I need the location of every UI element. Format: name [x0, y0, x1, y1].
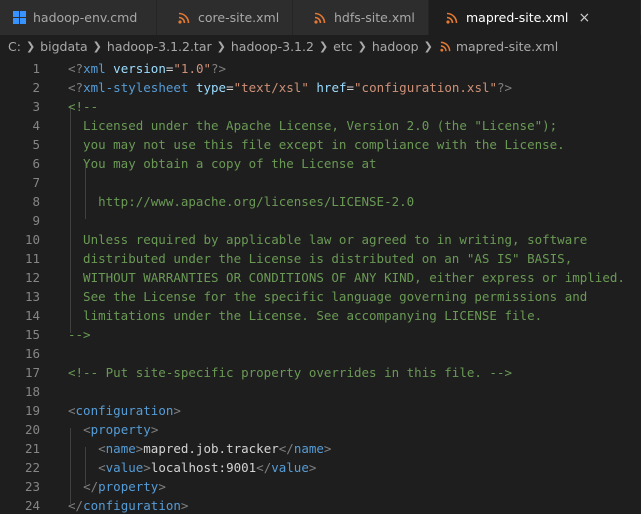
- tab-mapred-site-xml[interactable]: mapred-site.xml ×: [429, 0, 641, 35]
- line-content: </property>: [83, 479, 166, 494]
- line-content: you may not use this file except in comp…: [68, 137, 565, 152]
- chevron-right-icon: ❯: [216, 39, 226, 53]
- code-line[interactable]: 20 <property>: [0, 420, 641, 439]
- line-number: 18: [24, 384, 40, 399]
- code-line[interactable]: 3 <!--: [0, 97, 641, 116]
- line-content: -->: [68, 327, 91, 342]
- code-line[interactable]: 9: [0, 211, 641, 230]
- line-content: distributed under the License is distrib…: [68, 251, 573, 266]
- rss-icon: [313, 11, 327, 25]
- code-line[interactable]: 21 <name>mapred.job.tracker</name>: [0, 439, 641, 458]
- tab-hdfs-site-xml[interactable]: hdfs-site.xml: [293, 0, 429, 35]
- rss-icon: [445, 11, 459, 25]
- tab-core-site-xml[interactable]: core-site.xml: [157, 0, 293, 35]
- tab-label: hadoop-env.cmd: [33, 10, 138, 25]
- tab-label: hdfs-site.xml: [334, 10, 415, 25]
- code-line[interactable]: 11 distributed under the License is dist…: [0, 249, 641, 268]
- code-line[interactable]: 19 <configuration>: [0, 401, 641, 420]
- code-line[interactable]: 10 Unless required by applicable law or …: [0, 230, 641, 249]
- line-number: 20: [24, 422, 40, 437]
- chevron-right-icon: ❯: [92, 39, 102, 53]
- line-number: 23: [24, 479, 40, 494]
- code-editor[interactable]: 1 <?xml version="1.0"?> 2 <?xml-stylesheet …: [0, 57, 641, 514]
- line-content: http://www.apache.org/licenses/LICENSE-2…: [68, 194, 415, 209]
- line-content: WITHOUT WARRANTIES OR CONDITIONS OF ANY …: [68, 270, 625, 285]
- line-number: 12: [24, 270, 40, 285]
- breadcrumb-item-file[interactable]: mapred-site.xml: [456, 39, 558, 54]
- line-number: 8: [32, 194, 40, 209]
- line-content: Licensed under the Apache License, Versi…: [68, 118, 558, 133]
- tab-label: core-site.xml: [198, 10, 280, 25]
- code-line[interactable]: 6 You may obtain a copy of the License a…: [0, 154, 641, 173]
- line-number: 9: [32, 213, 40, 228]
- code-line[interactable]: 8 http://www.apache.org/licenses/LICENSE…: [0, 192, 641, 211]
- line-number: 16: [24, 346, 40, 361]
- breadcrumb-item-hadoop[interactable]: hadoop-3.1.2: [231, 39, 314, 54]
- code-line[interactable]: 24 </configuration>: [0, 496, 641, 514]
- line-content: </configuration>: [68, 498, 189, 513]
- line-content: See the License for the specific languag…: [68, 289, 588, 304]
- line-content: <name>mapred.job.tracker</name>: [98, 441, 332, 456]
- code-line[interactable]: 5 you may not use this file except in co…: [0, 135, 641, 154]
- line-number: 19: [24, 403, 40, 418]
- line-number: 22: [24, 460, 40, 475]
- line-content: <configuration>: [68, 403, 181, 418]
- tab-label: mapred-site.xml: [466, 10, 569, 25]
- code-line[interactable]: 12 WITHOUT WARRANTIES OR CONDITIONS OF A…: [0, 268, 641, 287]
- code-line[interactable]: 13 See the License for the specific lang…: [0, 287, 641, 306]
- editor-tab-bar: hadoop-env.cmd core-site.xml hdfs-site.x…: [0, 0, 641, 35]
- chevron-right-icon: ❯: [25, 39, 36, 53]
- line-content: <?xml-stylesheet type="text/xsl" href="c…: [68, 80, 513, 95]
- breadcrumb: C: ❯ bigdata ❯ hadoop-3.1.2.tar ❯ hadoop…: [0, 35, 641, 57]
- breadcrumb-item-bigdata[interactable]: bigdata: [40, 39, 88, 54]
- tab-hadoop-env-cmd[interactable]: hadoop-env.cmd: [0, 0, 157, 35]
- breadcrumb-item-etc[interactable]: etc: [333, 39, 352, 54]
- close-icon[interactable]: ×: [576, 10, 592, 26]
- line-content: You may obtain a copy of the License at: [68, 156, 377, 171]
- line-number: 1: [32, 61, 40, 76]
- code-line[interactable]: 17 <!-- Put site-specific property overri…: [0, 363, 641, 382]
- line-number: 24: [24, 498, 40, 513]
- line-number: 13: [24, 289, 40, 304]
- code-line[interactable]: 2 <?xml-stylesheet type="text/xsl" href="…: [0, 78, 641, 97]
- line-number: 6: [32, 156, 40, 171]
- line-number: 10: [24, 232, 40, 247]
- code-line[interactable]: 22 <value>localhost:9001</value>: [0, 458, 641, 477]
- chevron-right-icon: ❯: [318, 39, 329, 53]
- line-number: 21: [24, 441, 40, 456]
- line-number: 7: [32, 175, 40, 190]
- code-line[interactable]: 15 -->: [0, 325, 641, 344]
- rss-icon: [440, 41, 451, 52]
- code-line[interactable]: 1 <?xml version="1.0"?>: [0, 59, 641, 78]
- line-content: <property>: [83, 422, 159, 437]
- breadcrumb-item-hadoop-tar[interactable]: hadoop-3.1.2.tar: [107, 39, 212, 54]
- line-number: 2: [32, 80, 40, 95]
- breadcrumb-item-drive[interactable]: C:: [8, 39, 21, 54]
- line-content: <value>localhost:9001</value>: [98, 460, 317, 475]
- chevron-right-icon: ❯: [423, 39, 433, 53]
- line-content: <!--: [68, 99, 99, 114]
- code-line[interactable]: 7: [0, 173, 641, 192]
- line-number: 15: [24, 327, 40, 342]
- code-line[interactable]: 4 Licensed under the Apache License, Ver…: [0, 116, 641, 135]
- line-number: 11: [24, 251, 40, 266]
- line-number: 5: [32, 137, 40, 152]
- line-content: <?xml version="1.0"?>: [68, 61, 227, 76]
- code-line[interactable]: 16: [0, 344, 641, 363]
- line-content: limitations under the License. See accom…: [68, 308, 543, 323]
- line-content: Unless required by applicable law or agr…: [68, 232, 588, 247]
- code-line[interactable]: 23 </property>: [0, 477, 641, 496]
- line-number: 17: [24, 365, 40, 380]
- line-number: 14: [24, 308, 40, 323]
- rss-icon: [177, 11, 191, 25]
- windows-icon: [12, 11, 26, 25]
- line-number: 3: [32, 99, 40, 114]
- line-number: 4: [32, 118, 40, 133]
- code-line[interactable]: 14 limitations under the License. See ac…: [0, 306, 641, 325]
- breadcrumb-item-hadoop-dir[interactable]: hadoop: [372, 39, 419, 54]
- chevron-right-icon: ❯: [357, 39, 367, 53]
- line-content: <!-- Put site-specific property override…: [68, 365, 513, 380]
- code-line[interactable]: 18: [0, 382, 641, 401]
